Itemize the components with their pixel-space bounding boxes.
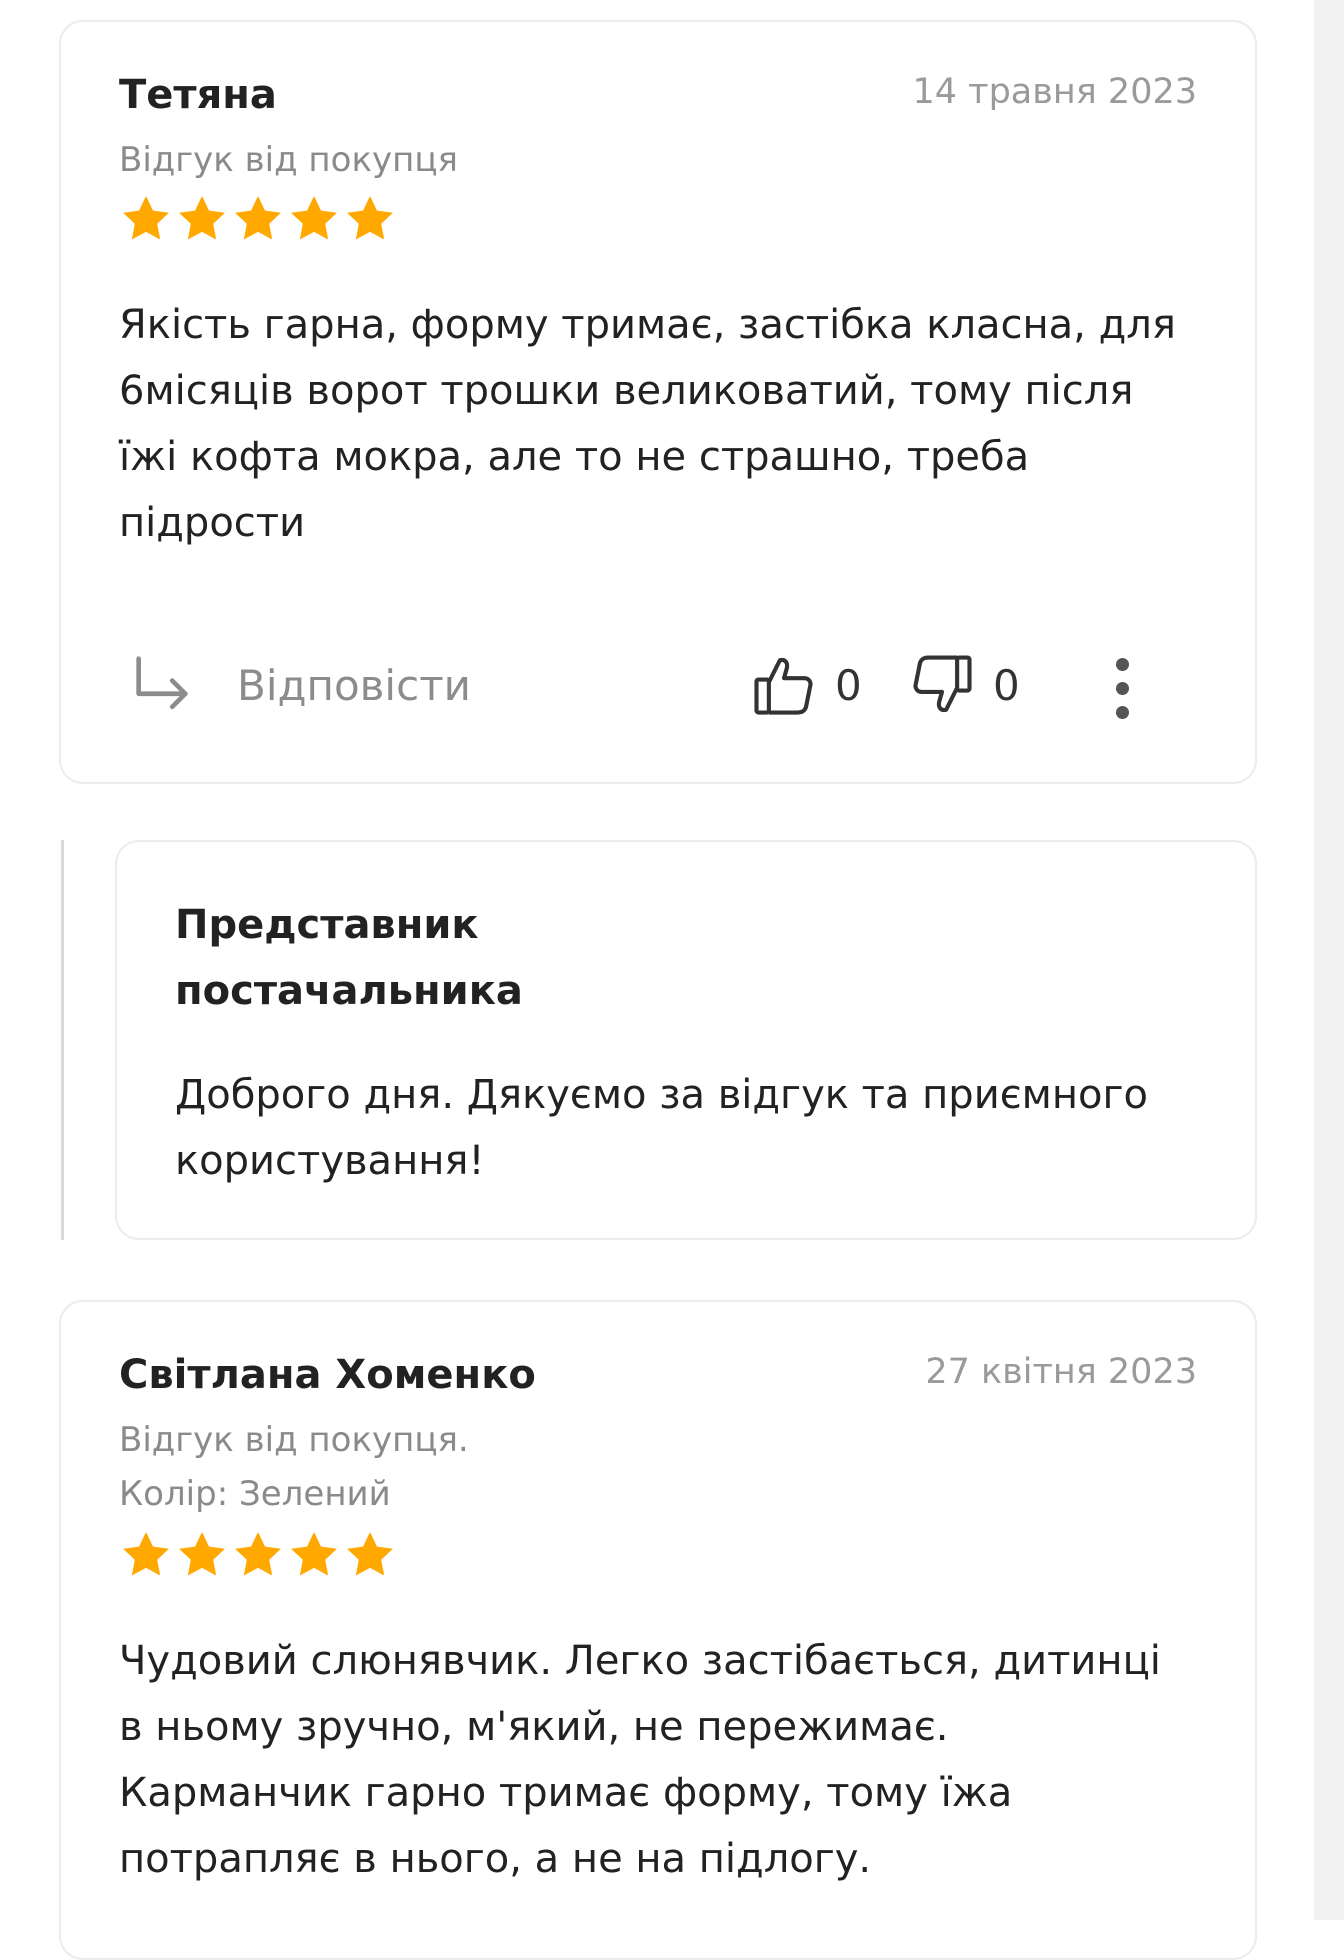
review-source-label: Відгук від покупця [119,140,458,180]
thumbs-down-icon [913,655,972,713]
review-date: 14 травня 2023 [912,72,1197,112]
star-icon [179,1532,225,1576]
star-icon [235,1532,281,1576]
star-rating [119,192,397,246]
seller-reply-card: Представник постачальника Доброго дня. Д… [115,840,1257,1240]
thumbs-up-icon [754,657,813,715]
star-icon [291,196,337,240]
star-icon [123,196,169,240]
star-rating [119,1528,397,1582]
review-card: Тетяна 14 травня 2023 Відгук від покупця… [59,20,1257,784]
scrollbar-track[interactable] [1314,0,1344,1920]
review-card: Світлана Хоменко 27 квітня 2023 Відгук в… [59,1300,1257,1960]
review-color-label: Колір: Зелений [119,1474,391,1514]
star-icon [347,196,393,240]
review-source-label: Відгук від покупця. [119,1420,469,1460]
reviewer-name: Світлана Хоменко [119,1352,536,1398]
review-date: 27 квітня 2023 [925,1352,1197,1392]
seller-reply-author: Представник постачальника [175,902,523,1014]
more-vertical-icon [1107,658,1137,719]
review-actions: Відповісти 0 0 [61,640,1255,730]
star-icon [179,196,225,240]
like-button[interactable]: 0 [751,652,862,718]
reply-arrow-icon [136,656,188,710]
like-count: 0 [835,660,862,710]
dislike-button[interactable]: 0 [909,652,1020,718]
review-text: Якість гарна, форму тримає, застібка кла… [119,302,1176,546]
more-options-button[interactable] [1107,658,1137,722]
reply-label: Відповісти [237,660,471,710]
star-icon [123,1532,169,1576]
review-text: Чудовий слюнявчик. Легко застібається, д… [119,1638,1161,1882]
reviewer-name: Тетяна [119,72,277,118]
seller-reply-text: Доброго дня. Дякуємо за відгук та приємн… [175,1072,1148,1184]
reply-button[interactable]: Відповісти [127,650,471,720]
star-icon [235,196,281,240]
star-icon [347,1532,393,1576]
star-icon [291,1532,337,1576]
reply-thread-line [61,840,64,1240]
dislike-count: 0 [993,660,1020,710]
